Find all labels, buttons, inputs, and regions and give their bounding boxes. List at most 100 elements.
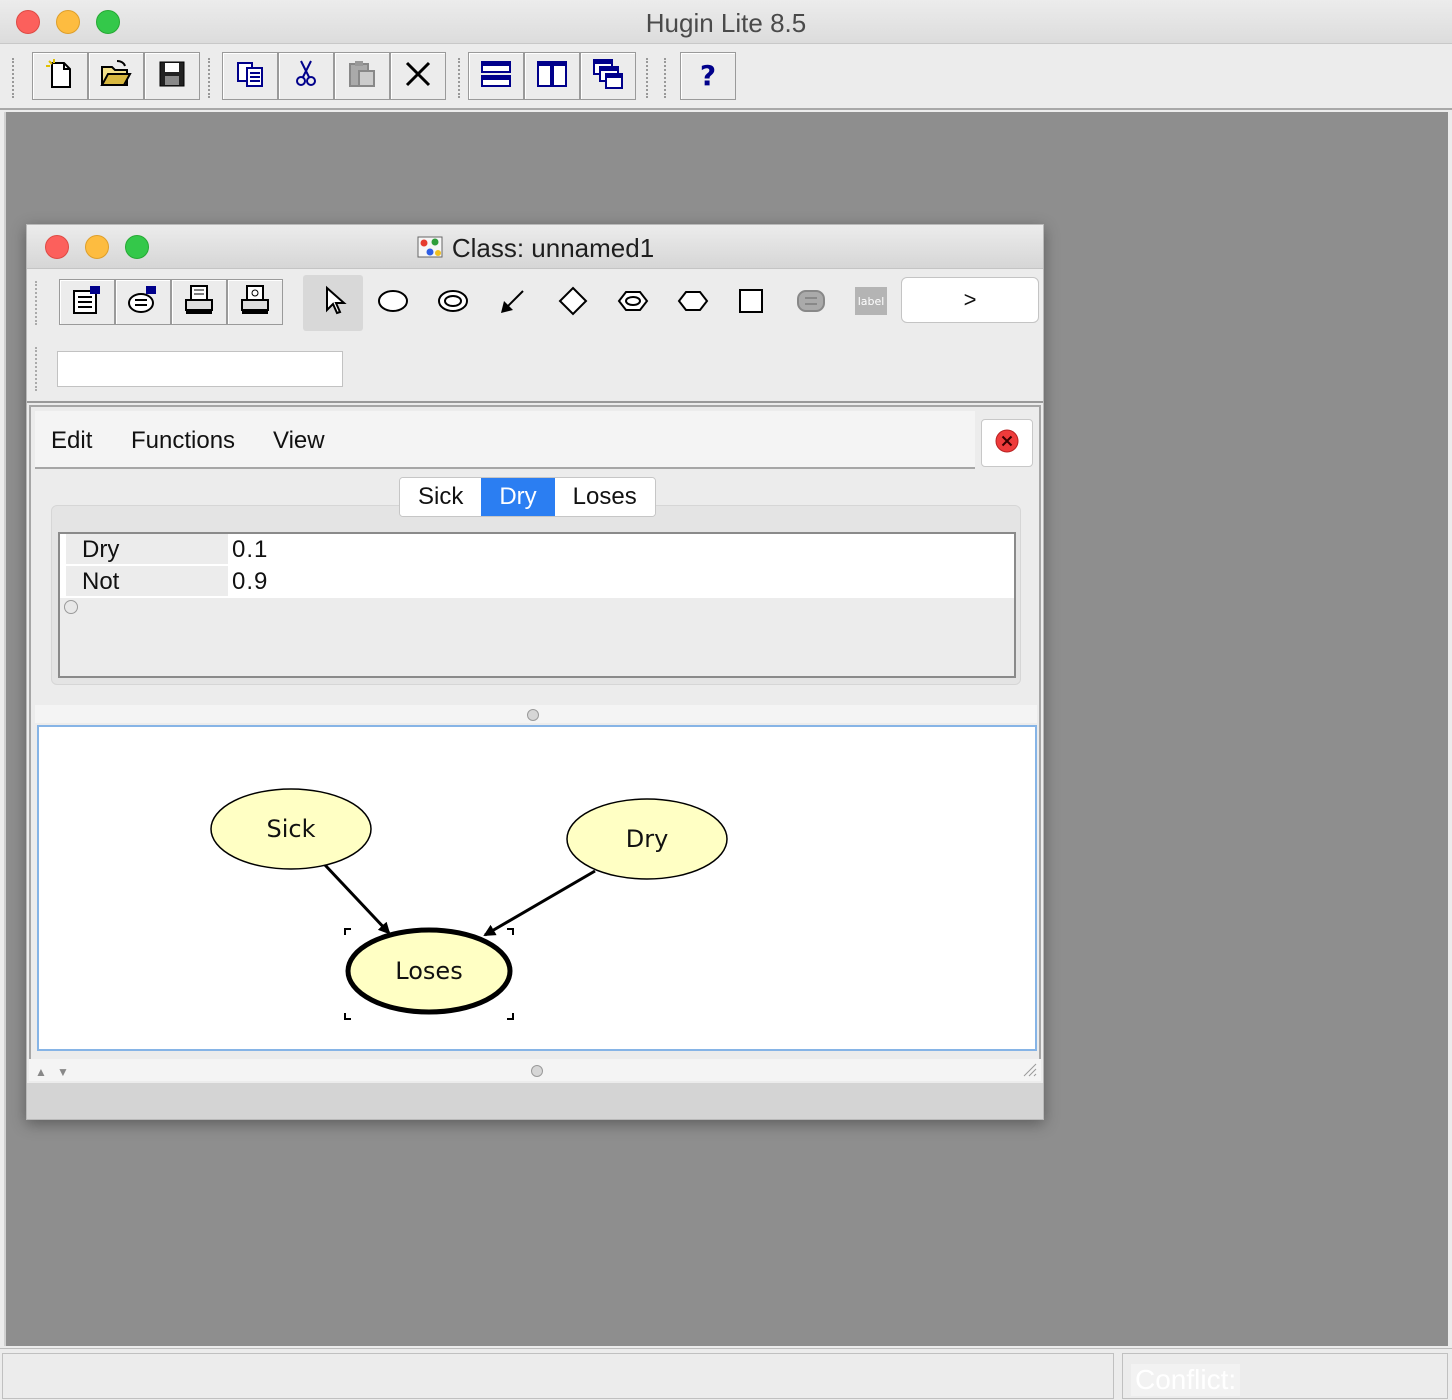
menu-functions[interactable]: Functions <box>131 427 235 455</box>
save-button[interactable] <box>144 52 200 100</box>
cascade-button[interactable] <box>580 52 636 100</box>
cut-button[interactable] <box>278 52 334 100</box>
status-message-area <box>2 1353 1114 1399</box>
utility-node-tool-icon <box>675 283 711 324</box>
help-button[interactable]: ? <box>680 52 736 100</box>
network-class-icon <box>416 233 444 261</box>
tile-horizontal-button[interactable] <box>468 52 524 100</box>
link-tool-icon <box>495 283 531 324</box>
instance-tool-icon <box>615 283 651 324</box>
print-button[interactable] <box>171 279 227 325</box>
probability-table: Dry 0.1 Not 0.9 <box>58 532 1016 678</box>
cut-icon <box>289 57 323 96</box>
open-folder-icon <box>99 57 133 96</box>
chance-node-tool[interactable] <box>363 275 423 331</box>
toolbar-separator <box>35 347 39 391</box>
edge-dry-loses[interactable] <box>483 869 596 937</box>
help-icon: ? <box>691 57 725 96</box>
open-button[interactable] <box>88 52 144 100</box>
toolbar-separator <box>12 58 16 98</box>
main-toolbar: ? <box>0 44 1452 110</box>
splitter-handle[interactable] <box>531 1065 543 1077</box>
network-properties-icon <box>70 283 104 322</box>
label-tool-icon: label <box>853 283 889 324</box>
copy-icon <box>233 57 267 96</box>
delete-button[interactable] <box>390 52 446 100</box>
chance-node-tool-icon <box>375 283 411 324</box>
label-tool[interactable]: label <box>841 275 901 331</box>
decision-node-tool[interactable] <box>543 275 603 331</box>
menu-edit[interactable]: Edit <box>51 427 92 455</box>
new-button[interactable] <box>32 52 88 100</box>
link-tool[interactable] <box>483 275 543 331</box>
select-tool-icon <box>315 283 351 324</box>
paste-icon <box>345 57 379 96</box>
node-loses[interactable]: Loses <box>345 927 513 1015</box>
instance-tool[interactable] <box>603 275 663 331</box>
expand-up-icon[interactable]: ▲ <box>35 1065 47 1079</box>
copy-button[interactable] <box>222 52 278 100</box>
table-row[interactable]: Not 0.9 <box>60 566 1014 598</box>
function-node-tool[interactable] <box>781 275 841 331</box>
rectangle-tool[interactable] <box>721 275 781 331</box>
node-dry[interactable]: Dry <box>566 798 728 880</box>
paste-button[interactable] <box>334 52 390 100</box>
table-menubar: Edit Functions View <box>35 411 975 469</box>
splitter[interactable] <box>35 705 1037 723</box>
node-label: Loses <box>395 957 462 985</box>
tile-vertical-button[interactable] <box>524 52 580 100</box>
menu-view[interactable]: View <box>273 427 325 455</box>
class-title: Class: unnamed1 <box>27 233 1043 264</box>
discrete-function-node-tool[interactable] <box>423 275 483 331</box>
save-icon <box>155 57 189 96</box>
tab-dry[interactable]: Dry <box>481 478 555 516</box>
delete-icon <box>401 57 435 96</box>
select-tool[interactable] <box>303 275 363 331</box>
decision-node-tool-icon <box>555 283 591 324</box>
splitter-handle[interactable] <box>527 709 539 721</box>
main-titlebar: Hugin Lite 8.5 <box>0 0 1452 44</box>
node-tabs: Sick Dry Loses <box>399 477 656 517</box>
close-icon <box>994 428 1020 459</box>
new-file-icon <box>43 57 77 96</box>
close-table-button[interactable] <box>981 419 1033 467</box>
discrete-function-node-tool-icon <box>435 283 471 324</box>
tile-horizontal-icon <box>479 57 513 96</box>
table-row[interactable]: Dry 0.1 <box>60 534 1014 566</box>
network-properties-button[interactable] <box>59 279 115 325</box>
tile-vertical-icon <box>535 57 569 96</box>
edge-sick-loses[interactable] <box>323 863 391 935</box>
class-window-footer <box>27 1083 1043 1119</box>
tab-sick[interactable]: Sick <box>400 478 482 516</box>
toolbar-separator <box>35 281 39 325</box>
node-sick[interactable]: Sick <box>210 788 372 870</box>
node-name-input[interactable] <box>57 351 343 387</box>
node-label: Dry <box>626 825 669 853</box>
conflict-label: Conflict: <box>1131 1364 1241 1396</box>
expand-down-icon[interactable]: ▼ <box>57 1065 69 1079</box>
toolbar-separator <box>208 58 212 98</box>
tab-loses[interactable]: Loses <box>554 478 655 516</box>
function-node-tool-icon <box>793 283 829 324</box>
probability-value[interactable]: 0.9 <box>232 566 268 598</box>
probability-value[interactable]: 0.1 <box>232 534 268 566</box>
resize-grip-icon[interactable] <box>1021 1061 1037 1082</box>
utility-node-tool[interactable] <box>663 275 723 331</box>
network-graph-canvas[interactable]: Sick Dry Loses <box>37 725 1037 1051</box>
class-titlebar[interactable]: Class: unnamed1 <box>27 225 1043 269</box>
more-tools-button[interactable]: > <box>901 277 1039 323</box>
rectangle-tool-icon <box>733 283 769 324</box>
print-preview-button[interactable] <box>227 279 283 325</box>
class-title-text: Class: unnamed1 <box>451 233 655 263</box>
table-panel: Dry 0.1 Not 0.9 <box>51 505 1021 685</box>
svg-text:?: ? <box>700 59 716 91</box>
state-label: Dry <box>66 534 228 565</box>
class-toolbar: label > <box>27 269 1043 403</box>
node-properties-button[interactable] <box>115 279 171 325</box>
node-properties-icon <box>126 283 160 322</box>
cascade-icon <box>591 57 625 96</box>
print-preview-icon <box>238 283 272 322</box>
conflict-area: Conflict: <box>1122 1353 1448 1399</box>
status-bar: Conflict: <box>0 1348 1452 1400</box>
row-resize-handle[interactable] <box>64 600 78 614</box>
